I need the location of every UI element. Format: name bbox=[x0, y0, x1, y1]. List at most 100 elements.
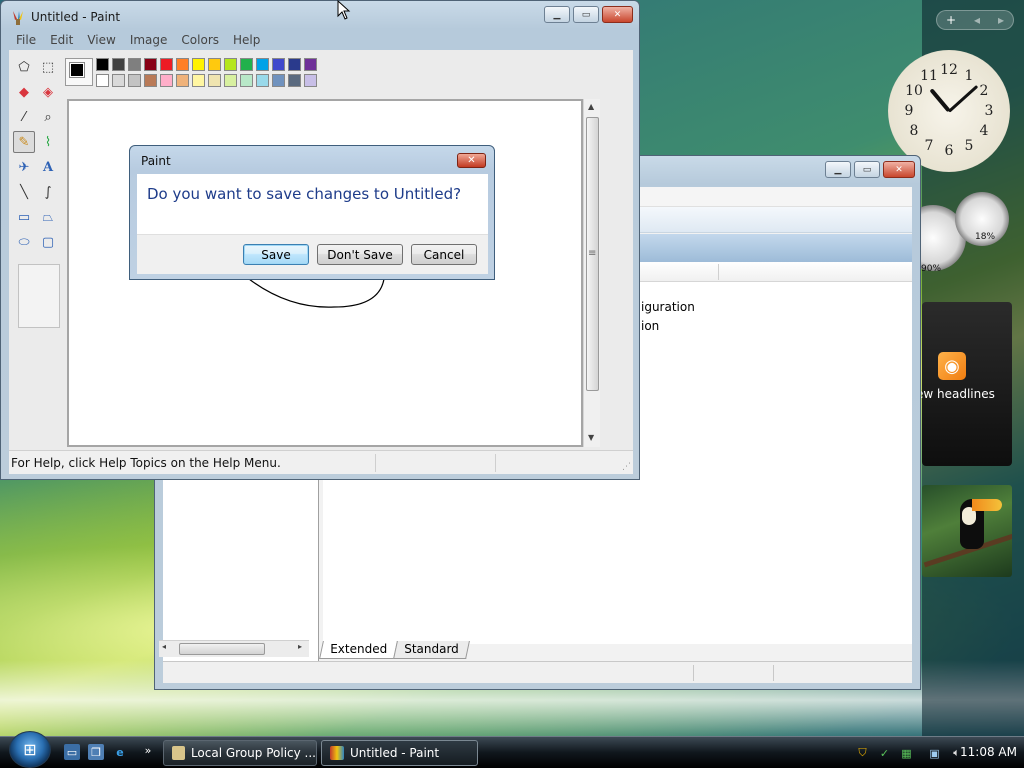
menu-view[interactable]: View bbox=[80, 33, 122, 47]
color-swatch[interactable] bbox=[240, 74, 253, 87]
update-icon[interactable]: ▦ bbox=[899, 746, 914, 761]
menu-file[interactable]: File bbox=[9, 33, 43, 47]
color-swatch[interactable] bbox=[128, 58, 141, 71]
taskbar-button-paint[interactable]: Untitled - Paint bbox=[321, 740, 478, 766]
curve-icon[interactable]: ∫ bbox=[37, 181, 59, 203]
color-swatch[interactable] bbox=[128, 74, 141, 87]
scroll-left-icon[interactable]: ◂ bbox=[162, 642, 166, 651]
color-swatch[interactable] bbox=[272, 58, 285, 71]
color-swatch[interactable] bbox=[288, 74, 301, 87]
taskbar-button-group-policy[interactable]: Local Group Policy ... bbox=[163, 740, 317, 766]
color-swatch[interactable] bbox=[112, 74, 125, 87]
color-swatch[interactable] bbox=[272, 74, 285, 87]
free-select-icon[interactable]: ⬠ bbox=[13, 56, 35, 78]
security-shield-icon[interactable]: ⛉ bbox=[855, 746, 870, 761]
maximize-button[interactable]: ▭ bbox=[854, 161, 880, 178]
cancel-button[interactable]: Cancel bbox=[411, 244, 477, 265]
polygon-icon[interactable]: ⏢ bbox=[37, 206, 59, 228]
checkmark-icon[interactable]: ✓ bbox=[877, 746, 892, 761]
text-icon[interactable]: A bbox=[37, 156, 59, 178]
save-changes-dialog[interactable]: Paint ✕ Do you want to save changes to U… bbox=[129, 145, 495, 280]
color-swatch[interactable] bbox=[224, 58, 237, 71]
tree-horizontal-scrollbar[interactable]: ◂ ▸ bbox=[159, 640, 309, 657]
feed-headlines-text[interactable]: ew headlines bbox=[916, 387, 1016, 401]
column-separator[interactable] bbox=[718, 264, 719, 280]
pencil-icon[interactable]: ✎ bbox=[13, 131, 35, 153]
color-swatch[interactable] bbox=[192, 58, 205, 71]
quick-launch-overflow-icon[interactable]: » bbox=[140, 742, 156, 758]
airbrush-icon[interactable]: ✈ bbox=[13, 156, 35, 178]
clock-gadget[interactable]: 12 1 2 3 4 5 6 7 8 9 10 11 bbox=[888, 50, 1010, 172]
current-colors[interactable] bbox=[65, 58, 93, 86]
color-swatch[interactable] bbox=[288, 58, 301, 71]
show-desktop-icon[interactable]: ▭ bbox=[64, 744, 80, 760]
dialog-close-button[interactable]: ✕ bbox=[457, 153, 486, 168]
color-swatch[interactable] bbox=[96, 74, 109, 87]
save-button[interactable]: Save bbox=[243, 244, 309, 265]
color-swatch[interactable] bbox=[144, 58, 157, 71]
color-swatch[interactable] bbox=[256, 58, 269, 71]
scroll-down-icon[interactable]: ▼ bbox=[588, 433, 594, 442]
tool-options-box[interactable] bbox=[18, 264, 60, 328]
rounded-rectangle-icon[interactable]: ▢ bbox=[37, 231, 59, 253]
color-swatch[interactable] bbox=[256, 74, 269, 87]
tab-label: Standard bbox=[404, 642, 459, 656]
menu-edit[interactable]: Edit bbox=[43, 33, 80, 47]
menu-colors[interactable]: Colors bbox=[174, 33, 226, 47]
magnifier-icon[interactable]: ⌕ bbox=[37, 106, 59, 128]
switch-windows-icon[interactable]: ❐ bbox=[88, 744, 104, 760]
minimize-button[interactable]: ▁ bbox=[544, 6, 570, 23]
scrollbar-thumb[interactable]: ≡ bbox=[586, 117, 599, 391]
clock-number: 3 bbox=[984, 103, 994, 119]
previous-icon[interactable]: ◂ bbox=[974, 13, 980, 27]
next-icon[interactable]: ▸ bbox=[998, 13, 1004, 27]
feed-headlines-gadget[interactable] bbox=[922, 302, 1012, 466]
add-gadget-icon[interactable]: + bbox=[946, 13, 956, 27]
color-swatch[interactable] bbox=[208, 74, 221, 87]
taskbar-clock[interactable]: 11:08 AM bbox=[960, 745, 1017, 759]
color-swatch[interactable] bbox=[240, 58, 253, 71]
color-swatch[interactable] bbox=[176, 74, 189, 87]
network-icon[interactable]: ▣ bbox=[927, 746, 942, 761]
scroll-right-icon[interactable]: ▸ bbox=[298, 642, 302, 651]
color-swatch[interactable] bbox=[176, 58, 189, 71]
color-swatch[interactable] bbox=[112, 58, 125, 71]
menu-image[interactable]: Image bbox=[123, 33, 175, 47]
color-swatch[interactable] bbox=[304, 58, 317, 71]
menu-help[interactable]: Help bbox=[226, 33, 267, 47]
brush-icon[interactable]: ⌇ bbox=[37, 131, 59, 153]
color-swatch[interactable] bbox=[96, 58, 109, 71]
dont-save-button[interactable]: Don't Save bbox=[317, 244, 403, 265]
list-item[interactable]: ion bbox=[641, 319, 659, 333]
color-picker-icon[interactable]: ⁄ bbox=[13, 106, 35, 128]
close-button[interactable]: ✕ bbox=[883, 161, 915, 178]
color-swatch[interactable] bbox=[160, 58, 173, 71]
eraser-icon[interactable]: ◆ bbox=[13, 81, 35, 103]
color-swatch[interactable] bbox=[208, 58, 221, 71]
close-button[interactable]: ✕ bbox=[602, 6, 633, 23]
rectangle-icon[interactable]: ▭ bbox=[13, 206, 35, 228]
tab-extended[interactable]: Extended bbox=[319, 641, 398, 659]
color-swatch[interactable] bbox=[144, 74, 157, 87]
list-item[interactable]: iguration bbox=[641, 300, 695, 314]
sidebar-controls[interactable]: + ◂ ▸ bbox=[936, 10, 1014, 30]
internet-explorer-icon[interactable]: e bbox=[112, 744, 128, 760]
color-swatch[interactable] bbox=[304, 74, 317, 87]
slideshow-gadget[interactable] bbox=[922, 485, 1012, 577]
vertical-scrollbar[interactable]: ▲ ≡ ▼ bbox=[583, 99, 600, 447]
line-icon[interactable]: ╲ bbox=[13, 181, 35, 203]
rect-select-icon[interactable]: ⬚ bbox=[37, 56, 59, 78]
foreground-color[interactable] bbox=[69, 62, 85, 78]
scrollbar-thumb[interactable] bbox=[179, 643, 265, 655]
minimize-button[interactable]: ▁ bbox=[825, 161, 851, 178]
color-swatch[interactable] bbox=[160, 74, 173, 87]
color-swatch[interactable] bbox=[192, 74, 205, 87]
ellipse-icon[interactable]: ⬭ bbox=[13, 231, 35, 253]
start-button[interactable]: ⊞ bbox=[9, 731, 51, 768]
fill-bucket-icon[interactable]: ◈ bbox=[37, 81, 59, 103]
maximize-button[interactable]: ▭ bbox=[573, 6, 599, 23]
color-swatch[interactable] bbox=[224, 74, 237, 87]
resize-grip-icon[interactable]: ⋰ bbox=[622, 462, 631, 472]
scroll-up-icon[interactable]: ▲ bbox=[588, 102, 594, 111]
tab-standard[interactable]: Standard bbox=[393, 641, 470, 659]
